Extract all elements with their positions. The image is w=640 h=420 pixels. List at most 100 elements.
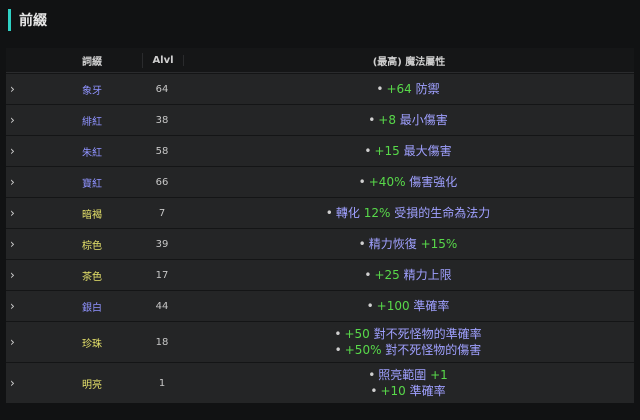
attribute-line: • +50 對不死怪物的準確率 (182, 326, 634, 342)
attribute-segment: 準確率 (413, 299, 450, 313)
attribute-segment: 最小傷害 (399, 113, 448, 127)
attribute-segment: +1 (430, 368, 448, 382)
bullet-icon: • (358, 237, 366, 251)
affix-name: 暗褐 (82, 209, 102, 221)
row-arrow-cell: › (6, 144, 42, 158)
attribute-segment: +50 (344, 327, 374, 341)
row-arrow-cell: › (6, 335, 42, 349)
chevron-right-icon[interactable]: › (6, 113, 15, 127)
affix-attributes: • +25 精力上限 (182, 267, 634, 283)
affix-attributes: • +8 最小傷害 (182, 112, 634, 128)
attribute-segment: 轉化 (335, 206, 364, 220)
attribute-segment: +10 (380, 384, 410, 398)
table-row[interactable]: › 暗褐 7 • 轉化 12% 受損的生命為法力 (6, 197, 634, 228)
chevron-right-icon[interactable]: › (6, 268, 15, 282)
attribute-segment: +50% (344, 343, 386, 357)
row-arrow-cell: › (6, 206, 42, 220)
affix-name: 朱紅 (82, 147, 102, 159)
attribute-segment: 最大傷害 (403, 144, 452, 158)
bullet-icon: • (334, 327, 342, 341)
attribute-line: • +15 最大傷害 (182, 143, 634, 159)
attribute-segment: 照亮範圍 (378, 368, 431, 382)
affix-attributes: • 照亮範圍 +1 • +10 準確率 (182, 367, 634, 399)
table-row[interactable]: › 象牙 64 • +64 防禦 (6, 73, 634, 104)
table-row[interactable]: › 茶色 17 • +25 精力上限 (6, 259, 634, 290)
affix-attributes: • 精力恢復 +15% (182, 236, 634, 252)
bullet-icon: • (358, 175, 366, 189)
attribute-segment: +40% (368, 175, 410, 189)
affix-alvl: 66 (155, 176, 169, 188)
affix-attributes: • +50 對不死怪物的準確率 • +50% 對不死怪物的傷害 (182, 326, 634, 358)
chevron-right-icon[interactable]: › (6, 237, 15, 251)
table-row[interactable]: › 珍珠 18 • +50 對不死怪物的準確率 • +50% 對不死怪物的傷害 (6, 321, 634, 362)
affix-alvl: 64 (155, 83, 169, 95)
attribute-segment: +8 (378, 113, 400, 127)
attribute-line: • +10 準確率 (182, 383, 634, 399)
affix-alvl: 1 (158, 377, 166, 389)
row-arrow-cell: › (6, 237, 42, 251)
attribute-segment: 精力恢復 (368, 237, 421, 251)
chevron-right-icon[interactable]: › (6, 144, 15, 158)
chevron-right-icon[interactable]: › (6, 206, 15, 220)
affix-alvl: 18 (155, 336, 169, 348)
bullet-icon: • (366, 299, 374, 313)
table-row[interactable]: › 緋紅 38 • +8 最小傷害 (6, 104, 634, 135)
affix-alvl: 38 (155, 114, 169, 126)
attribute-line: • +25 精力上限 (182, 267, 634, 283)
accent-bar (8, 9, 11, 31)
header-alvl: Alvl (143, 54, 184, 66)
affix-attributes: • +64 防禦 (182, 81, 634, 97)
bullet-icon: • (370, 384, 378, 398)
attribute-line: • +8 最小傷害 (182, 112, 634, 128)
bullet-icon: • (368, 368, 376, 382)
attribute-segment: 對不死怪物的傷害 (385, 343, 482, 357)
bullet-icon: • (364, 144, 372, 158)
prefix-table: 詞綴 Alvl (最高) 魔法屬性 › 象牙 64 • +64 防禦 › 緋紅 38 • +8 最… (6, 48, 634, 403)
attribute-segment: +15 (374, 144, 404, 158)
table-header: 詞綴 Alvl (最高) 魔法屬性 (6, 48, 634, 73)
chevron-right-icon[interactable]: › (6, 299, 15, 313)
affix-name: 寶紅 (82, 178, 102, 190)
attribute-line: • 照亮範圍 +1 (182, 367, 634, 383)
attribute-segment: +25 (374, 268, 404, 282)
table-row[interactable]: › 銀白 44 • +100 準確率 (6, 290, 634, 321)
table-row[interactable]: › 寶紅 66 • +40% 傷害強化 (6, 166, 634, 197)
attribute-segment: +100 (376, 299, 414, 313)
attribute-line: • +100 準確率 (182, 298, 634, 314)
table-row[interactable]: › 明亮 1 • 照亮範圍 +1 • +10 準確率 (6, 362, 634, 403)
affix-name: 銀白 (82, 302, 102, 314)
attribute-line: • 轉化 12% 受損的生命為法力 (182, 205, 634, 221)
attribute-line: • 精力恢復 +15% (182, 236, 634, 252)
attribute-segment: 受損的生命為法力 (394, 206, 491, 220)
attribute-segment: +64 (386, 82, 416, 96)
attribute-segment: 精力上限 (403, 268, 452, 282)
attribute-segment: 準確率 (409, 384, 446, 398)
affix-name: 珍珠 (82, 338, 102, 350)
affix-attributes: • +15 最大傷害 (182, 143, 634, 159)
chevron-right-icon[interactable]: › (6, 376, 15, 390)
attribute-segment: +15% (420, 237, 458, 251)
table-row[interactable]: › 朱紅 58 • +15 最大傷害 (6, 135, 634, 166)
affix-name: 茶色 (82, 271, 102, 283)
chevron-right-icon[interactable]: › (6, 175, 15, 189)
chevron-right-icon[interactable]: › (6, 335, 15, 349)
affix-name: 象牙 (82, 85, 102, 97)
row-arrow-cell: › (6, 113, 42, 127)
attribute-line: • +64 防禦 (182, 81, 634, 97)
affix-alvl: 7 (158, 207, 166, 219)
affix-attributes: • +100 準確率 (182, 298, 634, 314)
bullet-icon: • (334, 343, 342, 357)
row-arrow-cell: › (6, 376, 42, 390)
affix-attributes: • 轉化 12% 受損的生命為法力 (182, 205, 634, 221)
bullet-icon: • (325, 206, 333, 220)
affix-alvl: 17 (155, 269, 169, 281)
bullet-icon: • (368, 113, 376, 127)
attribute-segment: 12% (363, 206, 395, 220)
table-body: › 象牙 64 • +64 防禦 › 緋紅 38 • +8 最小傷害 › 朱紅 58 • +15 最大傷害 ›… (6, 73, 634, 403)
attribute-line: • +40% 傷害強化 (182, 174, 634, 190)
row-arrow-cell: › (6, 175, 42, 189)
table-row[interactable]: › 棕色 39 • 精力恢復 +15% (6, 228, 634, 259)
chevron-right-icon[interactable]: › (6, 82, 15, 96)
affix-name: 棕色 (82, 240, 102, 252)
attribute-line: • +50% 對不死怪物的傷害 (182, 342, 634, 358)
